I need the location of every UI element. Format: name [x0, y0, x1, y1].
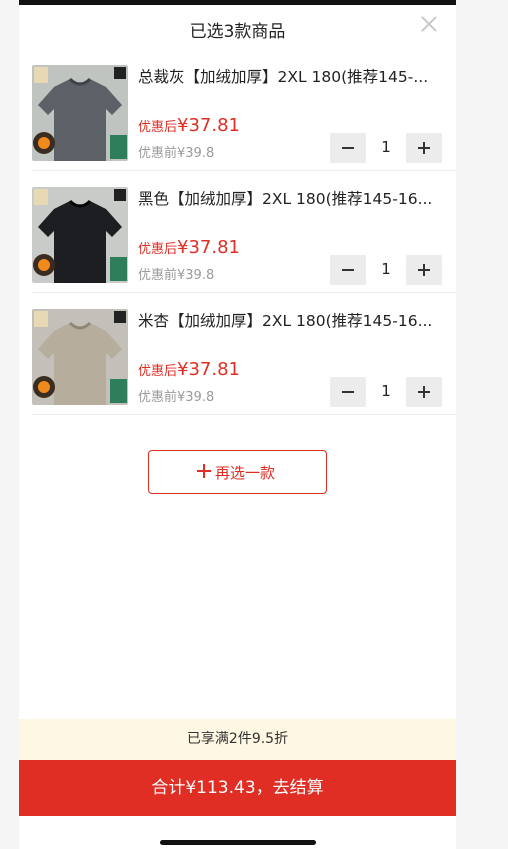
sheet-header: 已选3款商品 — [19, 5, 456, 53]
price-before-discount: 优惠前¥39.8 — [138, 390, 215, 405]
cart-sheet: 已选3款商品 总裁灰【加绒加厚】2XL 180(推荐145-... 优惠后¥37… — [19, 5, 456, 849]
home-indicator[interactable] — [160, 840, 316, 845]
product-thumbnail[interactable] — [32, 65, 128, 161]
sheet-title: 已选3款商品 — [189, 22, 286, 42]
product-thumbnail[interactable] — [32, 187, 128, 283]
price-before-discount: 优惠前¥39.8 — [138, 268, 215, 283]
quantity-stepper: 1 — [330, 255, 442, 285]
promo-banner: 已享满2件9.5折 — [19, 719, 456, 760]
product-name: 黑色【加绒加厚】2XL 180(推荐145-16... — [138, 190, 433, 208]
decrease-quantity-button[interactable] — [330, 377, 366, 407]
quantity-stepper: 1 — [330, 377, 442, 407]
add-another-item-button[interactable]: 再选一款 — [148, 450, 327, 494]
product-name: 米杏【加绒加厚】2XL 180(推荐145-16... — [138, 312, 433, 330]
quantity-value: 1 — [381, 138, 391, 156]
price-after-discount: 优惠后¥37.81 — [138, 115, 240, 136]
cart-item: 总裁灰【加绒加厚】2XL 180(推荐145-... 优惠后¥37.81 优惠前… — [32, 53, 456, 171]
price-before-discount: 优惠前¥39.8 — [138, 146, 215, 161]
price-after-discount: 优惠后¥37.81 — [138, 359, 240, 380]
product-thumbnail[interactable] — [32, 309, 128, 405]
quantity-value: 1 — [381, 382, 391, 400]
quantity-value: 1 — [381, 260, 391, 278]
plus-icon — [197, 464, 211, 478]
cart-item: 米杏【加绒加厚】2XL 180(推荐145-16... 优惠后¥37.81 优惠… — [32, 297, 456, 415]
increase-quantity-button[interactable] — [406, 255, 442, 285]
cart-item: 黑色【加绒加厚】2XL 180(推荐145-16... 优惠后¥37.81 优惠… — [32, 175, 456, 293]
close-icon[interactable] — [418, 13, 440, 35]
increase-quantity-button[interactable] — [406, 377, 442, 407]
quantity-stepper: 1 — [330, 133, 442, 163]
decrease-quantity-button[interactable] — [330, 133, 366, 163]
add-another-item-label: 再选一款 — [215, 464, 276, 482]
product-name: 总裁灰【加绒加厚】2XL 180(推荐145-... — [138, 68, 429, 86]
price-after-discount: 优惠后¥37.81 — [138, 237, 240, 258]
decrease-quantity-button[interactable] — [330, 255, 366, 285]
checkout-button[interactable]: 合计¥113.43，去结算 — [19, 760, 456, 816]
increase-quantity-button[interactable] — [406, 133, 442, 163]
